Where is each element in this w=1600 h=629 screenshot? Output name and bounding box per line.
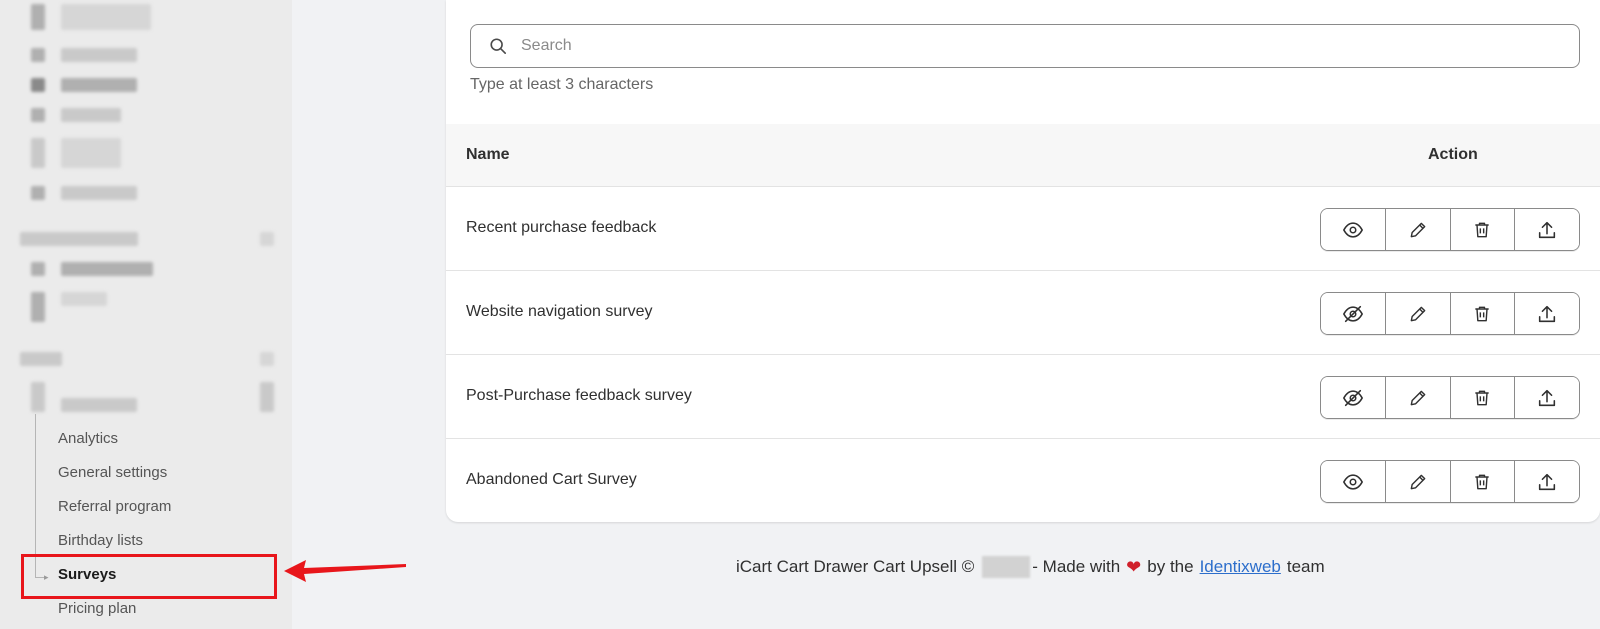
eye-icon <box>1342 221 1363 238</box>
survey-name: Post-Purchase feedback survey <box>466 387 692 404</box>
action-button-group <box>1320 376 1580 419</box>
table-row: Abandoned Cart Survey <box>446 439 1600 522</box>
upload-icon <box>1539 473 1556 490</box>
footer-by-the: by the <box>1147 557 1194 576</box>
action-button-group <box>1320 292 1580 335</box>
edit-button[interactable] <box>1385 461 1451 502</box>
export-button[interactable] <box>1515 293 1579 334</box>
redacted-icon <box>31 186 45 200</box>
annotation-highlight-box <box>21 554 277 599</box>
redacted-icon <box>31 382 45 412</box>
redacted-text <box>61 4 151 30</box>
delete-button[interactable] <box>1450 377 1516 418</box>
export-button[interactable] <box>1515 209 1579 250</box>
edit-button[interactable] <box>1385 293 1451 334</box>
action-button-group <box>1320 208 1580 251</box>
footer-prefix: iCart Cart Drawer Cart Upsell © <box>736 557 975 576</box>
delete-button[interactable] <box>1450 209 1516 250</box>
heart-icon: ❤ <box>1126 556 1142 577</box>
table-header: Name Action <box>446 124 1600 187</box>
export-button[interactable] <box>1515 377 1579 418</box>
sidebar-item-birthday-lists[interactable]: Birthday lists <box>58 532 143 549</box>
delete-button[interactable] <box>1450 293 1516 334</box>
sidebar: ▸ Analytics General settings Referral pr… <box>0 0 292 629</box>
redacted-text <box>61 78 137 92</box>
eye-off-icon <box>1342 305 1363 322</box>
redacted-icon <box>31 138 45 168</box>
toggle-visibility-button[interactable] <box>1321 377 1386 418</box>
redacted-text <box>61 48 137 62</box>
redacted-icon <box>260 382 274 412</box>
redacted-text <box>61 138 121 168</box>
redacted-icon <box>260 232 274 246</box>
redacted-icon <box>31 4 45 30</box>
trash-icon <box>1475 306 1490 321</box>
eye-off-icon <box>1342 389 1363 406</box>
footer: iCart Cart Drawer Cart Upsell © - Made w… <box>736 556 1325 578</box>
toggle-visibility-button[interactable] <box>1321 293 1386 334</box>
footer-suffix: team <box>1286 557 1325 576</box>
redacted-text <box>61 398 137 412</box>
table-row: Website navigation survey <box>446 271 1600 355</box>
redacted-text <box>61 262 153 276</box>
edit-button[interactable] <box>1385 209 1451 250</box>
search-icon <box>489 37 507 55</box>
upload-icon <box>1539 389 1556 406</box>
survey-name: Website navigation survey <box>466 303 653 320</box>
search-hint: Type at least 3 characters <box>470 76 654 93</box>
delete-button[interactable] <box>1450 461 1516 502</box>
redacted-section-title <box>20 232 138 246</box>
redacted-text <box>61 108 121 122</box>
table-row: Recent purchase feedback <box>446 187 1600 271</box>
table-row: Post-Purchase feedback survey <box>446 355 1600 439</box>
redacted-icon <box>260 352 274 366</box>
trash-icon <box>1475 222 1490 237</box>
redacted-text <box>61 292 107 306</box>
survey-name: Recent purchase feedback <box>466 219 657 236</box>
upload-icon <box>1539 221 1556 238</box>
redacted-section-title <box>20 352 62 366</box>
sidebar-item-pricing-plan[interactable]: Pricing plan <box>58 600 136 617</box>
annotation-arrow-icon <box>284 560 406 582</box>
trash-icon <box>1475 390 1490 405</box>
surveys-card: Type at least 3 characters Name Action R… <box>446 0 1600 522</box>
redacted-icon <box>31 292 45 322</box>
column-header-action: Action <box>1428 146 1478 163</box>
pencil-icon <box>1410 390 1425 405</box>
redacted-icon <box>31 48 45 62</box>
sidebar-item-referral-program[interactable]: Referral program <box>58 498 171 515</box>
action-button-group <box>1320 460 1580 503</box>
pencil-icon <box>1410 474 1425 489</box>
redacted-icon <box>31 78 45 92</box>
redacted-year <box>982 556 1031 578</box>
redacted-icon <box>31 108 45 122</box>
export-button[interactable] <box>1515 461 1579 502</box>
search-input[interactable] <box>521 37 1521 55</box>
eye-icon <box>1342 473 1363 490</box>
toggle-visibility-button[interactable] <box>1321 461 1386 502</box>
trash-icon <box>1475 474 1490 489</box>
edit-button[interactable] <box>1385 377 1451 418</box>
identixweb-link[interactable]: Identixweb <box>1200 557 1281 577</box>
toggle-visibility-button[interactable] <box>1321 209 1386 250</box>
upload-icon <box>1539 305 1556 322</box>
column-header-name: Name <box>466 146 510 163</box>
survey-name: Abandoned Cart Survey <box>466 471 637 488</box>
pencil-icon <box>1410 222 1425 237</box>
pencil-icon <box>1410 306 1425 321</box>
sidebar-item-analytics[interactable]: Analytics <box>58 430 118 447</box>
search-field[interactable] <box>470 24 1580 68</box>
footer-made-with: - Made with <box>1032 557 1121 576</box>
sidebar-item-general-settings[interactable]: General settings <box>58 464 167 481</box>
redacted-text <box>61 186 137 200</box>
redacted-icon <box>31 262 45 276</box>
